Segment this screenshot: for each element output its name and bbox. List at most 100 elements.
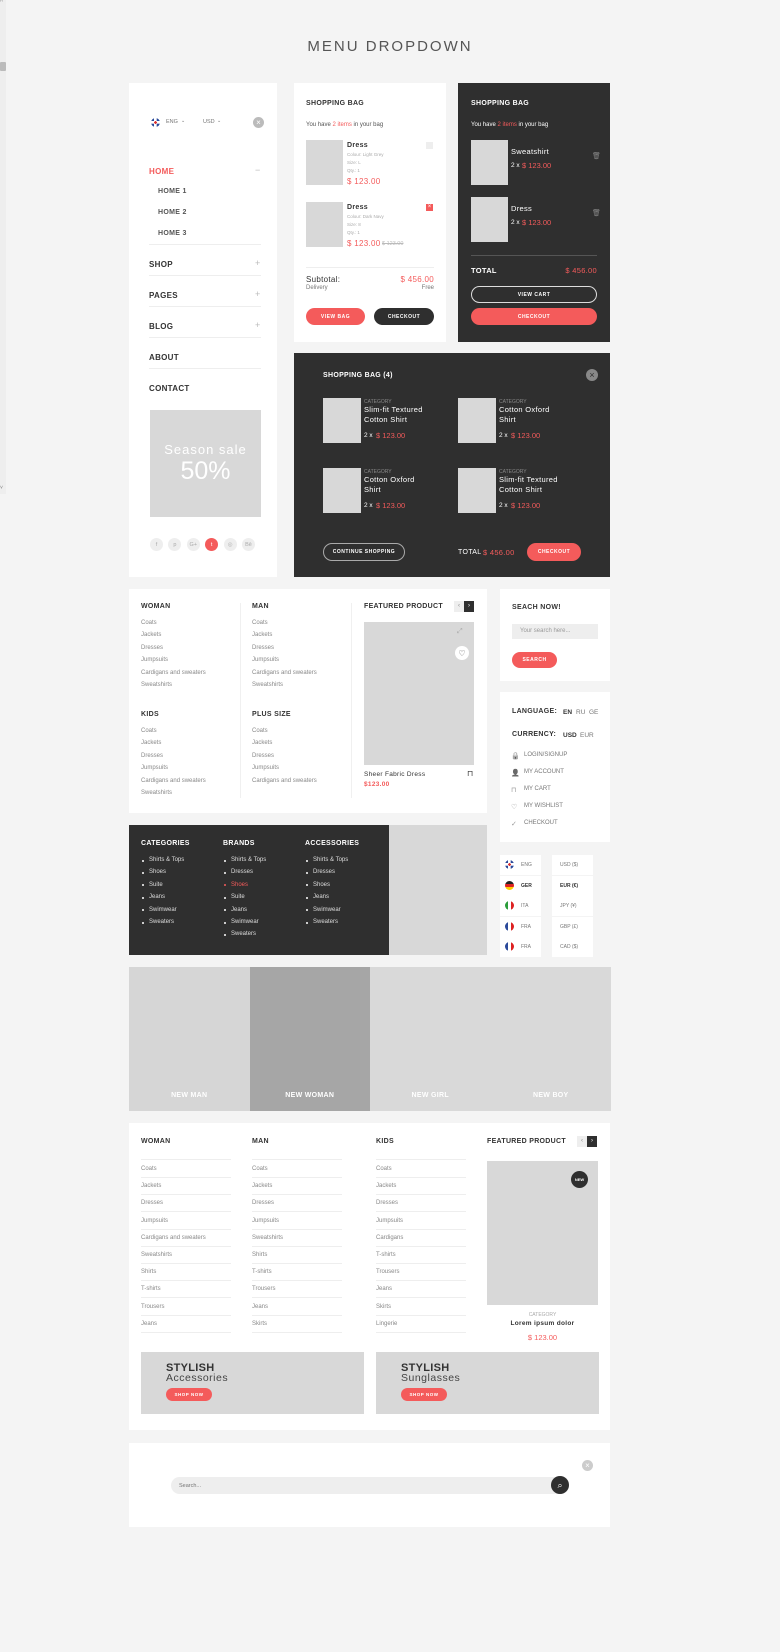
menu-link[interactable]: Cardigans and sweaters [141, 778, 206, 784]
language-option-fra[interactable]: FRA [500, 937, 541, 957]
menu-link[interactable]: Cardigans and sweaters [141, 1235, 206, 1241]
menu-link[interactable]: T-shirts [141, 1286, 161, 1292]
currency-option[interactable]: USD ($) [552, 855, 593, 875]
menu-link[interactable]: Shirts & Tops [313, 857, 348, 863]
account-link[interactable]: LOGIN/SIGNUP [524, 752, 567, 758]
featured-product-image[interactable]: NEW [487, 1161, 598, 1305]
sidebar-subitem[interactable]: HOME 2 [158, 209, 187, 216]
shop-now-button[interactable]: SHOP NOW [166, 1388, 212, 1401]
language-option-ger[interactable]: GER [500, 875, 541, 896]
menu-link[interactable]: Coats [252, 1166, 268, 1172]
search-input[interactable] [512, 624, 598, 639]
menu-link[interactable]: Swimwear [231, 919, 259, 925]
remove-checkbox[interactable] [426, 142, 433, 149]
featured-product-name[interactable]: Sheer Fabric Dress [364, 771, 425, 778]
menu-link[interactable]: Coats [141, 620, 157, 626]
product-thumbnail[interactable] [471, 197, 508, 242]
menu-link[interactable]: Jeans [252, 1304, 268, 1310]
menu-link[interactable]: Lingerie [376, 1321, 397, 1327]
menu-link[interactable]: Trousers [376, 1269, 399, 1275]
menu-link[interactable]: Dresses [252, 753, 274, 759]
product-name[interactable]: Shirt [364, 485, 381, 494]
scrollbar-thumb[interactable] [0, 62, 6, 71]
sidebar-item-blog[interactable]: BLOG [149, 322, 173, 331]
plus-icon[interactable]: + [255, 289, 260, 299]
search-icon[interactable]: ⌕ [551, 1476, 569, 1494]
shop-now-button[interactable]: SHOP NOW [401, 1388, 447, 1401]
menu-link[interactable]: Skirts [376, 1304, 391, 1310]
account-link[interactable]: MY WISHLIST [524, 803, 563, 809]
prev-arrow-button[interactable]: ‹ [454, 601, 464, 612]
menu-link[interactable]: Dresses [376, 1200, 398, 1206]
menu-link[interactable]: Suite [231, 894, 245, 900]
minus-icon[interactable]: − [255, 165, 260, 175]
menu-link[interactable]: Jeans [141, 1321, 157, 1327]
product-thumbnail[interactable] [471, 140, 508, 185]
currency-option[interactable]: CAD ($) [552, 937, 593, 957]
menu-link[interactable]: Cardigans and sweaters [141, 670, 206, 676]
menu-link[interactable]: Coats [141, 1166, 157, 1172]
currency-selector[interactable]: USD [203, 119, 215, 125]
menu-link[interactable]: Sweaters [231, 931, 256, 937]
promo-banner[interactable]: STYLISH Accessories SHOP NOW [141, 1352, 364, 1414]
next-arrow-button[interactable]: › [464, 601, 474, 612]
remove-checkbox[interactable]: × [426, 204, 433, 211]
language-option-fra[interactable]: FRA [500, 916, 541, 937]
close-button[interactable]: × [582, 1460, 593, 1471]
close-button[interactable]: × [253, 117, 264, 128]
category-banner[interactable]: NEW BOY [490, 967, 611, 1111]
language-option-eng[interactable]: ENG [500, 855, 541, 875]
menu-link[interactable]: Dresses [141, 1200, 163, 1206]
behance-icon[interactable]: Bē [242, 538, 255, 551]
product-name[interactable]: Shirt [499, 415, 516, 424]
menu-link[interactable]: Shirts & Tops [149, 857, 184, 863]
menu-link[interactable]: Jumpsuits [252, 765, 279, 771]
product-name[interactable]: Cotton Shirt [499, 485, 542, 494]
menu-link[interactable]: Jumpsuits [141, 1218, 168, 1224]
menu-link[interactable]: Jumpsuits [376, 1218, 403, 1224]
add-to-bag-icon[interactable]: ⊓ [467, 769, 473, 778]
menu-link[interactable]: Jackets [252, 632, 272, 638]
menu-link[interactable]: Cardigans [376, 1235, 403, 1241]
product-name[interactable]: Sweatshirt [511, 147, 549, 156]
menu-link[interactable]: Shoes [313, 882, 330, 888]
menu-link[interactable]: Jeans [376, 1286, 392, 1292]
menu-link[interactable]: Jeans [231, 907, 247, 913]
menu-link[interactable]: Jackets [141, 740, 161, 746]
menu-link[interactable]: Dresses [252, 1200, 274, 1206]
close-button[interactable]: × [586, 369, 598, 381]
currency-option[interactable]: USD [563, 732, 577, 739]
currency-option[interactable]: JPY (¥) [552, 896, 593, 916]
menu-link[interactable]: Dresses [313, 869, 335, 875]
sidebar-item-shop[interactable]: SHOP [149, 260, 173, 269]
menu-link[interactable]: Jackets [376, 1183, 396, 1189]
menu-link[interactable]: Skirts [252, 1321, 267, 1327]
menu-link[interactable]: Shirts & Tops [231, 857, 266, 863]
currency-option[interactable]: GBP (£) [552, 916, 593, 937]
menu-link[interactable]: Jeans [149, 894, 165, 900]
featured-product-name[interactable]: Lorem ipsum dolor [487, 1320, 598, 1327]
scroll-down-icon[interactable]: ˅ [0, 485, 3, 491]
menu-link[interactable]: Coats [252, 728, 268, 734]
sidebar-item-about[interactable]: ABOUT [149, 353, 179, 362]
menu-link[interactable]: T-shirts [376, 1252, 396, 1258]
dribbble-icon[interactable]: ◎ [223, 538, 237, 551]
language-option[interactable]: EN [563, 709, 572, 716]
menu-link[interactable]: Sweatshirts [252, 1235, 283, 1241]
menu-link[interactable]: Shirts [252, 1252, 267, 1258]
menu-link[interactable]: Sweatshirts [141, 790, 172, 796]
trash-icon[interactable]: 🗑 [592, 152, 601, 160]
menu-link[interactable]: Jackets [141, 632, 161, 638]
account-link[interactable]: MY CART [524, 786, 551, 792]
pinterest-icon[interactable]: p [168, 538, 182, 551]
twitter-icon[interactable]: t [205, 538, 219, 551]
product-name[interactable]: Cotton Oxford [499, 405, 550, 414]
product-thumbnail[interactable] [458, 468, 496, 513]
menu-link[interactable]: Coats [141, 728, 157, 734]
expand-icon[interactable]: ⤢ [457, 628, 463, 636]
menu-link[interactable]: Cardigans and sweaters [252, 778, 317, 784]
sidebar-item-contact[interactable]: CONTACT [149, 384, 190, 393]
menu-link[interactable]: Swimwear [313, 907, 341, 913]
language-option[interactable]: RU [576, 709, 585, 716]
menu-link[interactable]: Trousers [141, 1304, 164, 1310]
